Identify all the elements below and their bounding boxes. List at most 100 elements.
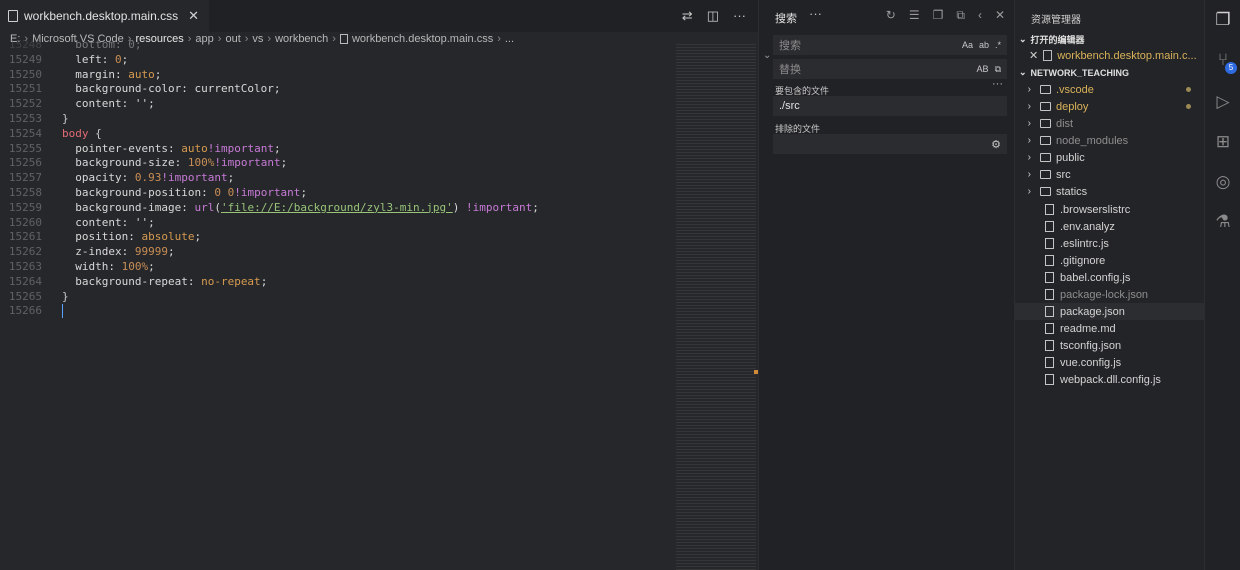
code-line: 15256 background-size: 100% !important;	[8, 156, 288, 170]
search-placeholder: 搜索	[779, 40, 801, 52]
tree-file[interactable]: .browserslistrc	[1015, 201, 1205, 218]
folder-icon	[1040, 187, 1051, 196]
code-line: 15255 pointer-events: auto !important;	[8, 141, 281, 155]
run-debug-icon[interactable]: ▷	[1205, 92, 1240, 112]
preserve-case-icon[interactable]: AB	[977, 64, 989, 75]
explorer-icon[interactable]: ❐	[1205, 10, 1240, 30]
match-case-icon[interactable]: Aa	[962, 40, 973, 50]
tree-file[interactable]: .env.analyz	[1015, 218, 1205, 235]
minimap[interactable]	[676, 44, 756, 570]
tree-file[interactable]: package-lock.json	[1015, 286, 1205, 303]
tree-file[interactable]: vue.config.js	[1015, 354, 1205, 371]
collapse-all-icon[interactable]: ⧉	[956, 8, 965, 23]
code-line: 15260 content: '';	[8, 215, 155, 229]
tree-file[interactable]: webpack.dll.config.js	[1015, 371, 1205, 388]
chevron-right-icon: ›	[1027, 186, 1031, 197]
tree-file[interactable]: readme.md	[1015, 320, 1205, 337]
git-graph-icon[interactable]: ◎	[1205, 172, 1240, 192]
folder-icon	[1040, 153, 1051, 162]
code-view[interactable]: 15248 bottom: 0; 15249 left: 0; 15250 ma…	[0, 38, 670, 319]
search-input[interactable]: 搜索 Aa ab .*	[773, 35, 1007, 55]
editor-area: workbench.desktop.main.css ✕ ⇄ ◫ ··· E: ›…	[0, 0, 758, 570]
close-icon[interactable]: ✕	[188, 8, 199, 24]
chevron-right-icon: ›	[1027, 84, 1031, 95]
more-actions-icon[interactable]: ···	[733, 8, 746, 24]
file-icon	[1045, 238, 1054, 249]
replace-all-icon[interactable]: ⧉	[995, 64, 1001, 75]
chevron-right-icon: ›	[1027, 152, 1031, 163]
open-editors-header[interactable]: ⌄ 打开的编辑器	[1019, 33, 1085, 46]
search-panel: 搜索 ··· ↻ ☰ ❐ ⧉ ‹ ✕ ⌄ 搜索 Aa ab .* 替换 AB ⧉…	[758, 0, 1015, 570]
code-line: 15252 content: '';	[8, 97, 155, 111]
folder-icon	[1040, 170, 1051, 179]
chevron-down-icon: ⌄	[1019, 67, 1027, 77]
file-icon	[1045, 357, 1054, 368]
chevron-down-icon[interactable]: ⌄	[763, 50, 771, 61]
extensions-icon[interactable]: ⊞	[1205, 132, 1240, 152]
modified-dot	[1186, 104, 1191, 109]
code-line: 15249 left: 0;	[8, 52, 129, 66]
explorer-title: 资源管理器	[1031, 15, 1081, 26]
tree-folder[interactable]: › dist	[1015, 115, 1205, 132]
close-icon[interactable]: ✕	[1029, 49, 1038, 62]
exclude-input[interactable]: ⚙	[773, 134, 1007, 154]
tab-label: workbench.desktop.main.css	[24, 9, 179, 23]
folder-icon	[1040, 85, 1051, 94]
regex-icon[interactable]: .*	[995, 40, 1001, 50]
activity-bar: ❐ ⑂ 5 ▷ ⊞ ◎ ⚗	[1204, 0, 1240, 570]
include-input[interactable]: ./src	[773, 96, 1007, 116]
close-icon[interactable]: ✕	[995, 8, 1005, 23]
match-word-icon[interactable]: ab	[979, 40, 989, 50]
code-line: 15254 body {	[8, 126, 102, 140]
tree-file[interactable]: babel.config.js	[1015, 269, 1205, 286]
new-search-editor-icon[interactable]: ❐	[933, 8, 944, 23]
code-line: 15262 z-index: 99999;	[8, 245, 175, 259]
code-line: 15248 bottom: 0;	[8, 38, 142, 51]
tree-folder[interactable]: › deploy	[1015, 98, 1205, 115]
refresh-icon[interactable]: ↻	[886, 8, 896, 23]
tree-folder[interactable]: › public	[1015, 149, 1205, 166]
chevron-right-icon: ›	[1027, 118, 1031, 129]
testing-icon[interactable]: ⚗	[1205, 212, 1240, 232]
tree-file[interactable]: package.json	[1015, 303, 1205, 320]
project-header[interactable]: ⌄ NETWORK_TEACHING	[1019, 67, 1129, 78]
folder-icon	[1040, 136, 1051, 145]
file-icon	[1045, 204, 1054, 215]
open-editor-item[interactable]: ✕ workbench.desktop.main.c... 1	[1029, 49, 1199, 63]
modified-dot	[1186, 87, 1191, 92]
code-line: 15259 background-image: url('file://E:/b…	[8, 200, 539, 214]
replace-input[interactable]: 替换 AB ⧉	[773, 59, 1007, 79]
tree-folder[interactable]: › .vscode	[1015, 81, 1205, 98]
file-icon	[1045, 323, 1054, 334]
tree-folder[interactable]: › src	[1015, 166, 1205, 183]
more-options-icon[interactable]: ···	[992, 78, 1003, 90]
tree-file[interactable]: tsconfig.json	[1015, 337, 1205, 354]
compare-icon[interactable]: ⇄	[682, 8, 693, 24]
tree-folder[interactable]: › statics	[1015, 183, 1205, 200]
file-icon	[1045, 272, 1054, 283]
file-icon	[1045, 289, 1054, 300]
editor-actions: ⇄ ◫ ···	[682, 8, 746, 24]
code-line: 15251 background-color: currentColor;	[8, 82, 281, 96]
settings-icon[interactable]: ⚙	[991, 138, 1001, 151]
editor-tab[interactable]: workbench.desktop.main.css ✕	[0, 0, 209, 32]
file-icon	[1045, 255, 1054, 266]
file-icon	[1045, 221, 1054, 232]
more-icon[interactable]: ···	[809, 6, 822, 21]
code-line: 15264 background-repeat: no-repeat;	[8, 274, 268, 288]
text-cursor	[62, 304, 63, 319]
code-line: 15250 margin: auto;	[8, 67, 162, 81]
tree-file[interactable]: .gitignore	[1015, 252, 1205, 269]
tab-bar: workbench.desktop.main.css ✕ ⇄ ◫ ···	[0, 0, 758, 32]
code-line: 15263 width: 100%;	[8, 259, 155, 273]
tree-folder[interactable]: › node_modules	[1015, 132, 1205, 149]
clear-results-icon[interactable]: ☰	[909, 8, 920, 23]
file-icon	[1043, 50, 1053, 61]
tree-file[interactable]: .eslintrc.js	[1015, 235, 1205, 252]
back-icon[interactable]: ‹	[978, 8, 982, 23]
code-line: 15265}	[8, 289, 69, 303]
split-editor-icon[interactable]: ◫	[707, 8, 719, 24]
include-value: ./src	[779, 100, 800, 112]
folder-icon	[1040, 102, 1051, 111]
replace-placeholder: 替换	[779, 64, 801, 76]
